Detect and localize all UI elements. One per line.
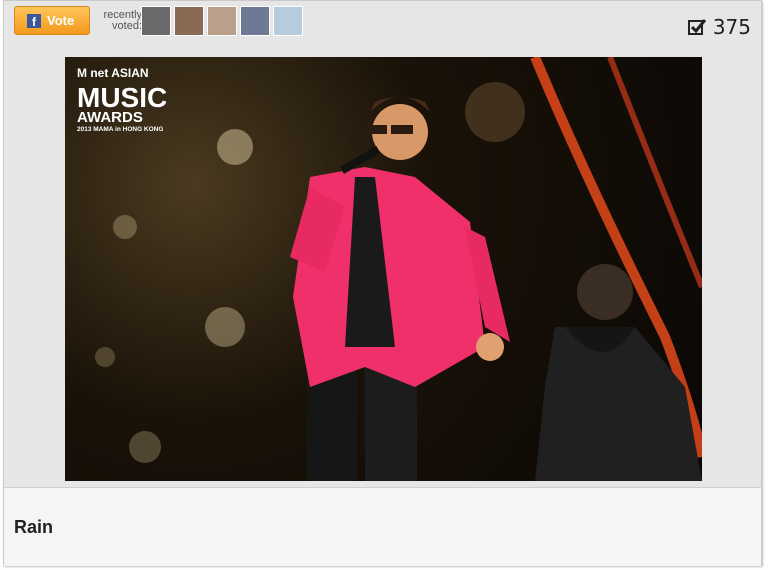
avatar[interactable] bbox=[141, 6, 171, 36]
facebook-icon: f bbox=[27, 13, 41, 28]
vote-label: Vote bbox=[47, 13, 75, 28]
avatar[interactable] bbox=[174, 6, 204, 36]
performer-photo[interactable]: M net ASIAN MUSIC AWARDS 2013 MAMA in HO… bbox=[65, 57, 702, 481]
avatar[interactable] bbox=[207, 6, 237, 36]
recent-voter-avatars bbox=[141, 6, 303, 36]
recently-voted-label: recently voted: bbox=[103, 9, 142, 32]
svg-text:M net ASIAN: M net ASIAN bbox=[77, 66, 149, 80]
svg-text:AWARDS: AWARDS bbox=[77, 109, 143, 126]
vote-count-value: 375 bbox=[712, 15, 751, 39]
avatar[interactable] bbox=[273, 6, 303, 36]
checkbox-checked-icon bbox=[687, 19, 706, 35]
facebook-vote-button[interactable]: f Vote bbox=[14, 6, 90, 35]
mama-logo: M net ASIAN MUSIC AWARDS 2013 MAMA in HO… bbox=[77, 66, 167, 133]
nominee-name: Rain bbox=[14, 517, 54, 537]
avatar[interactable] bbox=[240, 6, 270, 36]
photo-illustration: M net ASIAN MUSIC AWARDS 2013 MAMA in HO… bbox=[77, 57, 702, 481]
svg-text:2013 MAMA in HONG KONG: 2013 MAMA in HONG KONG bbox=[77, 126, 163, 133]
vote-card: f Vote recently voted: 375 M net ASIAN M… bbox=[3, 0, 762, 566]
vote-count: 375 bbox=[687, 15, 751, 39]
caption-bar: Rain bbox=[4, 487, 761, 566]
